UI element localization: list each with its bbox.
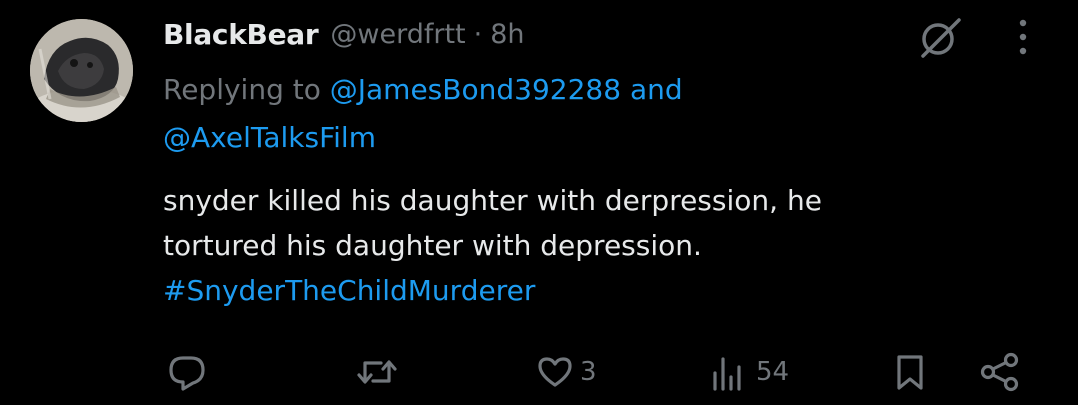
bookmark-button[interactable] — [892, 345, 928, 399]
repost-button[interactable] — [355, 345, 405, 399]
repost-icon — [355, 351, 399, 393]
separator-dot: · — [473, 18, 483, 50]
share-icon — [978, 351, 1022, 393]
tweet-header: BlackBear @werdfrtt · 8h — [163, 12, 525, 56]
hashtag-link[interactable]: #SnyderTheChildMurderer — [163, 268, 1043, 313]
grok-icon[interactable] — [917, 14, 963, 60]
tweet-text-line: tortured his daughter with depression. — [163, 229, 702, 262]
share-button[interactable] — [978, 345, 1022, 399]
replying-to-line-2: @AxelTalksFilm — [163, 116, 376, 160]
mention-link[interactable]: @JamesBond392288 — [330, 73, 621, 106]
reply-button[interactable] — [166, 345, 214, 399]
bookmark-icon — [892, 351, 928, 393]
timestamp[interactable]: 8h — [490, 19, 524, 50]
tweet-text-line: snyder killed his daughter with derpress… — [163, 184, 822, 217]
mention-link[interactable]: @AxelTalksFilm — [163, 121, 376, 154]
like-button[interactable]: 3 — [536, 345, 597, 399]
reply-icon — [166, 351, 208, 393]
mention-conjunction: and — [629, 73, 683, 106]
more-dots-icon[interactable] — [1008, 16, 1038, 58]
avatar[interactable] — [30, 19, 133, 122]
views-button[interactable]: 54 — [708, 345, 789, 399]
heart-icon — [536, 351, 574, 393]
like-count: 3 — [580, 357, 597, 387]
tweet[interactable]: BlackBear @werdfrtt · 8h Replying to @Ja… — [0, 0, 1078, 405]
replying-to: Replying to @JamesBond392288 and — [163, 68, 683, 112]
views-icon — [708, 351, 750, 393]
action-bar: 3 54 — [0, 345, 1078, 399]
user-handle[interactable]: @werdfrtt — [330, 19, 465, 50]
display-name[interactable]: BlackBear — [163, 18, 319, 51]
tweet-text: snyder killed his daughter with derpress… — [163, 178, 1043, 313]
replying-to-label: Replying to — [163, 73, 321, 106]
views-count: 54 — [756, 357, 790, 387]
